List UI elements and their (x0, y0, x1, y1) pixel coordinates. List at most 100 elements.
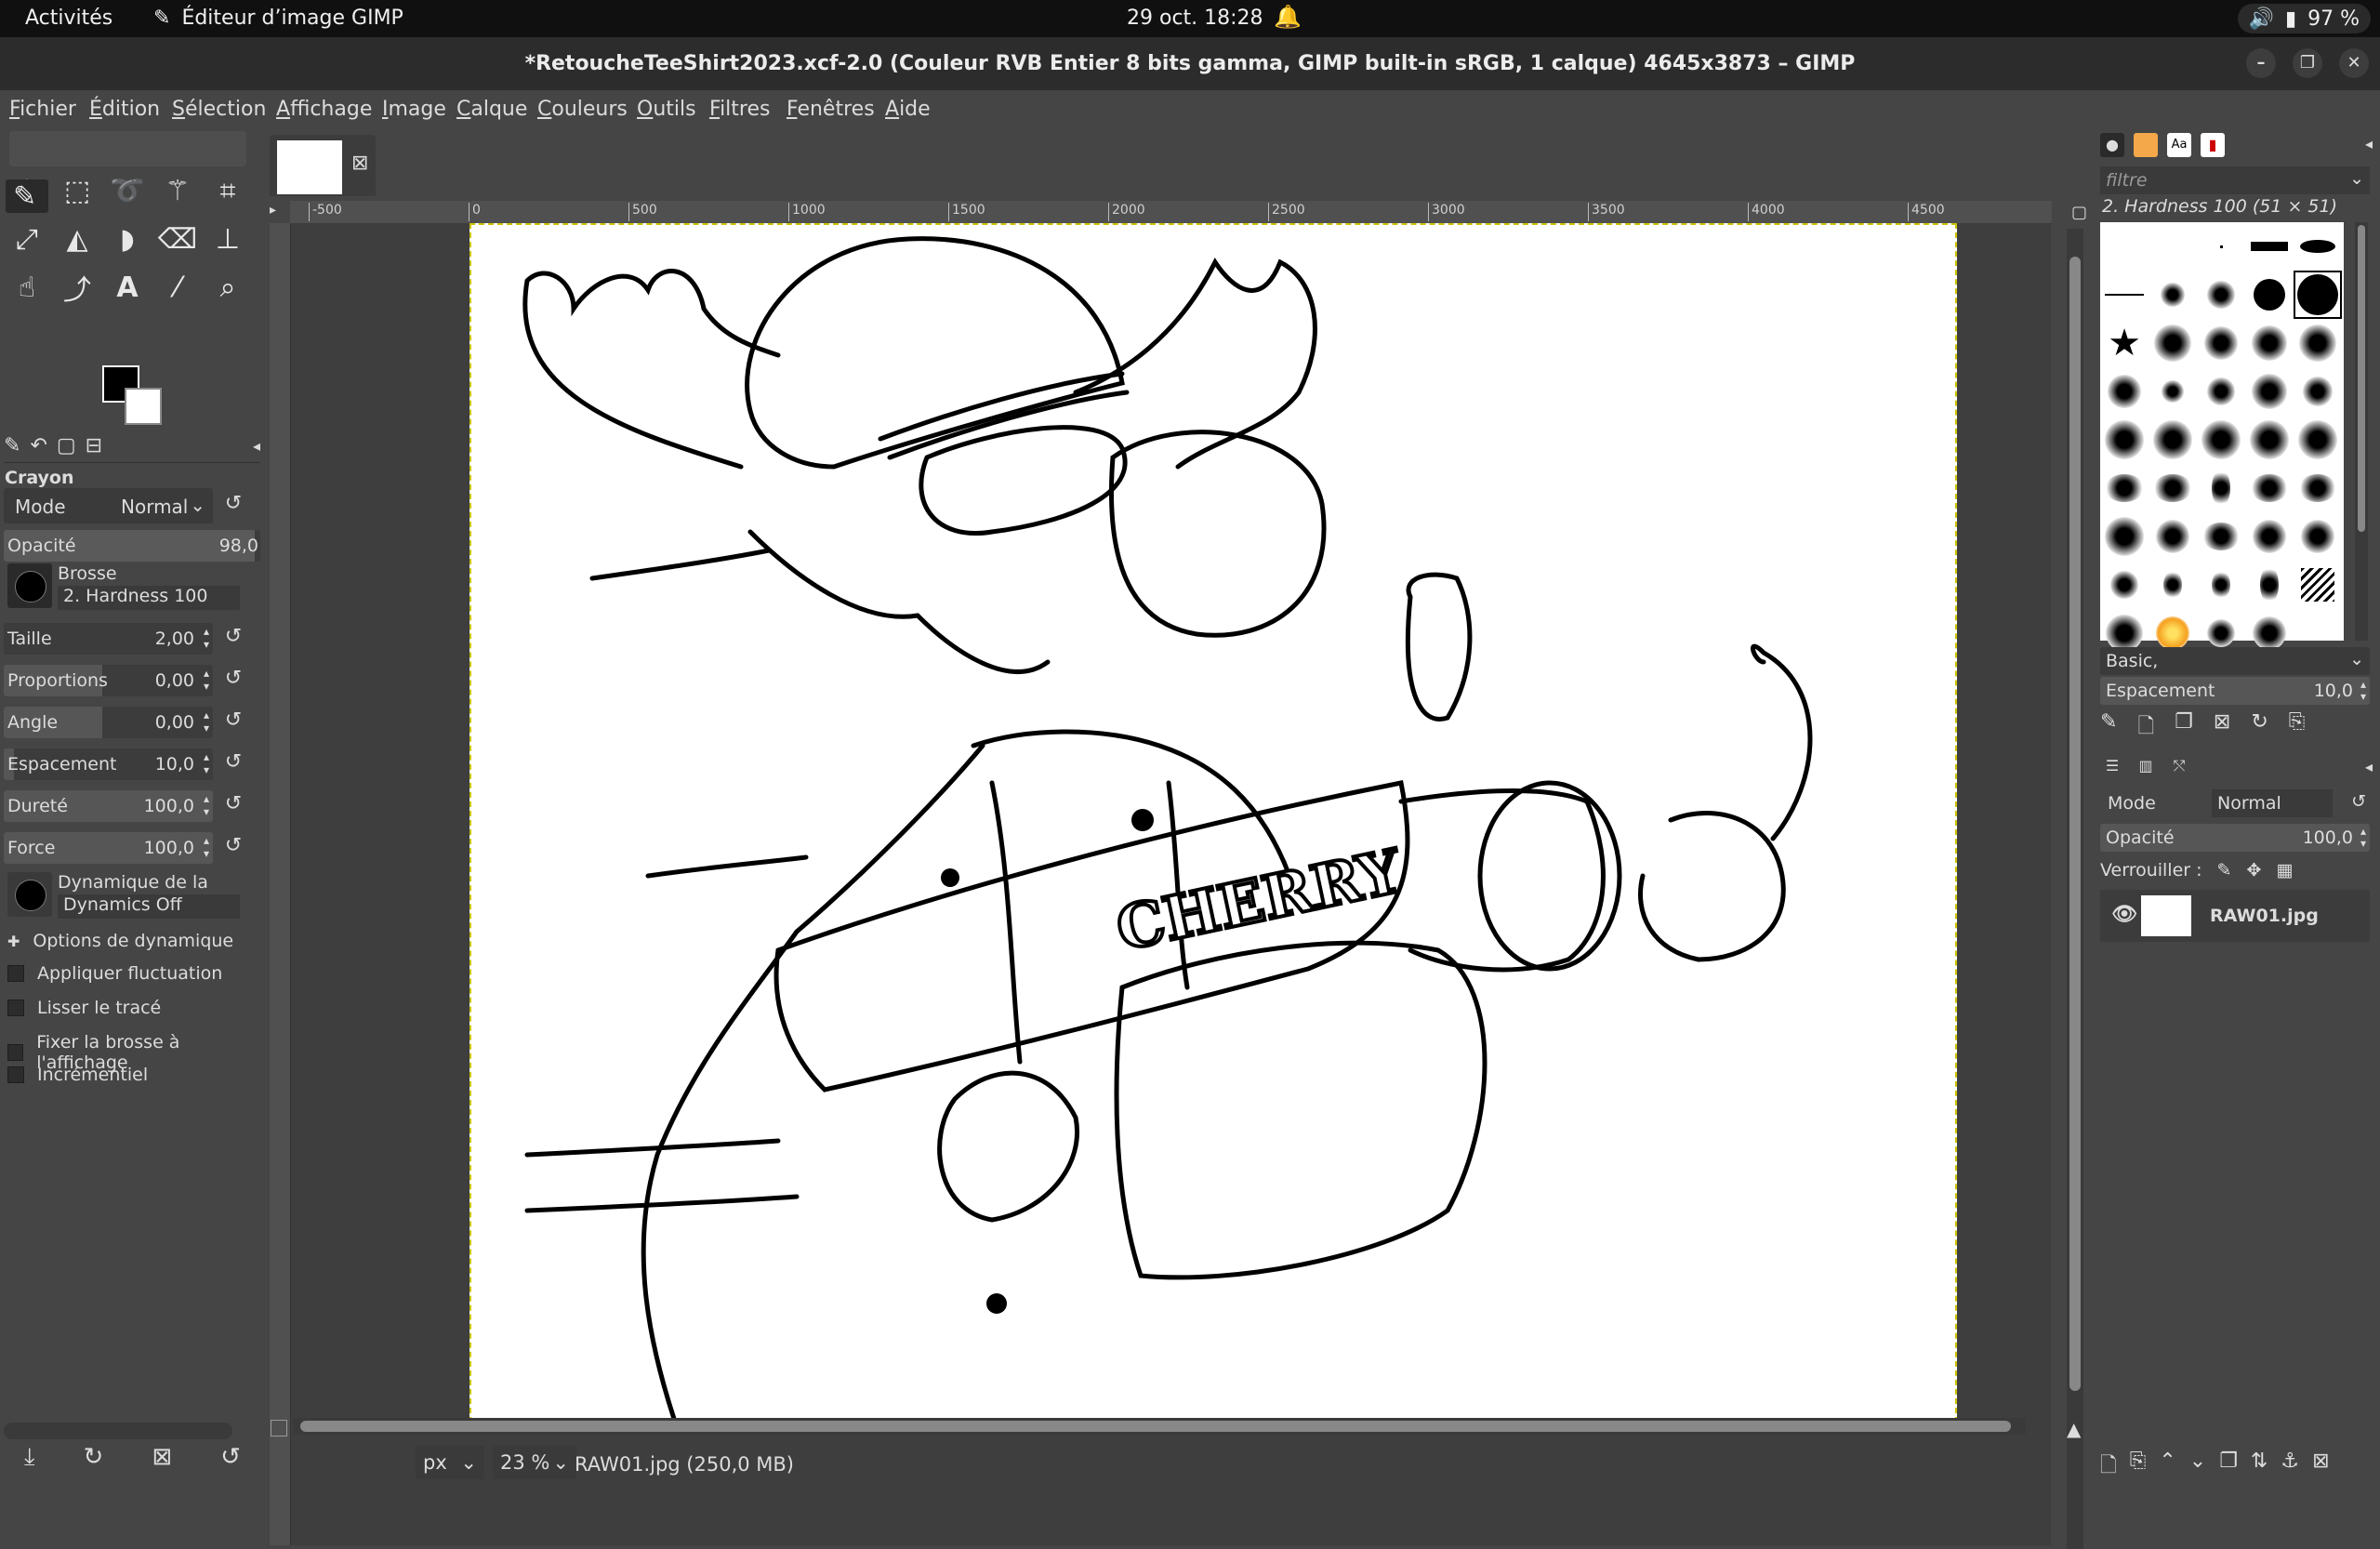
brush-filter-input[interactable]: filtre ⌄ (2100, 166, 2370, 194)
new-layer-icon[interactable]: 🗋 (2100, 1450, 2117, 1485)
merge-layer-icon[interactable]: ⇅ (2251, 1450, 2268, 1485)
app-menu[interactable]: ✎ Éditeur d’image GIMP (153, 7, 403, 30)
brush-item[interactable] (2245, 367, 2294, 416)
proportions-slider[interactable]: Proportions 0,00 ▴ ▾ (4, 665, 213, 696)
star-brush-icon[interactable]: ★ (2100, 319, 2149, 367)
opacity-slider[interactable]: Opacité 98,0 (4, 530, 260, 562)
brush-item[interactable] (2100, 367, 2149, 416)
brush-item[interactable] (2149, 464, 2197, 512)
dynamics-value[interactable]: Dynamics Off (58, 894, 240, 919)
brush-item[interactable] (2294, 464, 2342, 512)
lock-position-icon[interactable]: ✥ (2246, 860, 2261, 880)
lock-alpha-icon[interactable]: ▦ (2276, 860, 2293, 880)
layer-opacity-slider[interactable]: Opacité 100,0 ▴ ▾ (2100, 824, 2370, 852)
spin-icon[interactable]: ▴ ▾ (204, 834, 209, 860)
fonts-tab-icon[interactable]: Aa (2167, 133, 2191, 157)
dynamics-options-expander[interactable]: ✚ Options de dynamique (7, 931, 233, 951)
brush-item[interactable] (2294, 319, 2342, 367)
layer-mode-select[interactable]: Normal (2212, 789, 2333, 817)
paths-tool-icon[interactable]: ⤴ (56, 267, 99, 308)
menu-aide[interactable]: Aide (885, 98, 931, 121)
hardness-reset-icon[interactable]: ↺ (219, 792, 247, 820)
devices-tab-icon[interactable]: ⊟ (86, 434, 102, 457)
brush-item[interactable] (2100, 271, 2149, 319)
menu-couleurs[interactable]: Couleurs (537, 98, 628, 121)
spin-icon[interactable]: ▴ ▾ (2360, 679, 2366, 703)
smooth-checkbox[interactable]: Lisser le tracé (7, 998, 161, 1018)
brush-item[interactable] (2245, 271, 2294, 319)
brush-item[interactable] (2197, 561, 2245, 609)
close-tab-icon[interactable]: ⊠ (351, 152, 368, 175)
menu-image[interactable]: Image (382, 98, 446, 121)
size-reset-icon[interactable]: ↺ (219, 625, 247, 653)
anchor-layer-icon[interactable]: ⚓ (2281, 1450, 2299, 1485)
delete-options-icon[interactable]: ⊠ (152, 1443, 172, 1471)
brush-item[interactable] (2197, 464, 2245, 512)
undo-history-tab-icon[interactable]: ↶ (30, 434, 46, 457)
tool-options-tab-icon[interactable]: ✎ (4, 434, 20, 457)
size-slider[interactable]: Taille 2,00 ▴ ▾ (4, 623, 213, 655)
brush-item[interactable] (2197, 367, 2245, 416)
visibility-eye-icon[interactable]: 👁 (2111, 903, 2137, 926)
image-tab[interactable]: ⊠ (270, 135, 376, 196)
image-canvas[interactable]: CHERRY (469, 223, 1957, 1423)
channels-tab-icon[interactable]: ▥ (2134, 754, 2158, 778)
dock-menu-icon[interactable]: ◂ (2365, 135, 2373, 152)
brush-item[interactable] (2197, 271, 2245, 319)
paths-tab-icon[interactable]: ⤲ (2167, 754, 2191, 778)
brush-item[interactable] (2149, 222, 2197, 271)
brush-item[interactable] (2149, 367, 2197, 416)
raise-layer-icon[interactable]: ⌃ (2159, 1450, 2175, 1485)
refresh-brushes-icon[interactable]: ↻ (2251, 710, 2268, 746)
brush-item[interactable] (2245, 416, 2294, 464)
zoom-select[interactable]: 23 % ⌄ (493, 1446, 576, 1479)
menu-fenetres[interactable]: Fenêtres (787, 98, 875, 121)
fg-bg-colors[interactable] (102, 365, 162, 425)
crop-tool-icon[interactable]: ⌗ (206, 170, 249, 211)
eraser-tool-icon[interactable]: ⌫ (156, 218, 199, 259)
dock-menu-icon[interactable]: ◂ (2365, 758, 2373, 775)
brush-item[interactable] (2245, 464, 2294, 512)
quick-mask-icon[interactable] (271, 1420, 287, 1436)
layer-item[interactable]: 👁 RAW01.jpg (2100, 890, 2370, 942)
spin-icon[interactable]: ▴ ▾ (2360, 826, 2366, 850)
gradients-tab-icon[interactable]: ▮ (2201, 133, 2225, 157)
menu-edition[interactable]: Édition (89, 98, 160, 121)
activities-button[interactable]: Activités (25, 7, 112, 30)
navigate-icon[interactable]: ▢ (2071, 203, 2087, 222)
incremental-checkbox[interactable]: Incrémentiel (7, 1065, 148, 1085)
delete-layer-icon[interactable]: ⊠ (2312, 1450, 2329, 1485)
mode-select[interactable]: Mode Normal ⌄ (4, 488, 213, 523)
brush-to-image-icon[interactable]: ⎘ (2289, 710, 2306, 746)
brush-item[interactable] (2149, 512, 2197, 561)
brush-item[interactable] (2245, 319, 2294, 367)
brushes-tab-icon[interactable]: ● (2100, 133, 2124, 157)
maximize-button[interactable]: ❐ (2293, 48, 2322, 78)
smudge-tool-icon[interactable]: ☝ (6, 267, 48, 308)
proportions-reset-icon[interactable]: ↺ (219, 667, 247, 695)
menu-fichier[interactable]: Fichier (9, 98, 76, 121)
images-tab-icon[interactable]: ▢ (57, 434, 76, 457)
unit-select[interactable]: px ⌄ (416, 1446, 484, 1479)
duplicate-brush-icon[interactable]: ❐ (2175, 710, 2193, 746)
brush-preview[interactable] (7, 563, 52, 608)
dynamics-selector[interactable]: Dynamique de la brosse Dynamics Off (4, 870, 255, 920)
ruler-corner-icon[interactable]: ▸ (270, 203, 288, 221)
reset-options-icon[interactable]: ↺ (220, 1443, 241, 1471)
spin-icon[interactable]: ▴ ▾ (204, 708, 209, 735)
jitter-checkbox[interactable]: Appliquer fluctuation (7, 963, 222, 984)
spacing-slider[interactable]: Espacement 10,0 ▴ ▾ (4, 748, 213, 780)
menu-outils[interactable]: Outils (637, 98, 696, 121)
mode-reset-icon[interactable]: ↺ (219, 492, 247, 520)
menu-calque[interactable]: Calque (456, 98, 527, 121)
brush-item[interactable] (2197, 512, 2245, 561)
menu-filtres[interactable]: Filtres (709, 98, 770, 121)
vertical-scrollbar[interactable] (2067, 229, 2083, 1549)
clock[interactable]: 29 oct. 18:28 (1127, 7, 1263, 30)
angle-slider[interactable]: Angle 0,00 ▴ ▾ (4, 707, 213, 738)
background-color[interactable] (125, 388, 162, 425)
brush-item[interactable] (2294, 512, 2342, 561)
brush-item[interactable] (2197, 319, 2245, 367)
horizontal-scrollbar[interactable] (293, 1418, 2026, 1435)
restore-options-icon[interactable]: ↻ (84, 1443, 104, 1471)
